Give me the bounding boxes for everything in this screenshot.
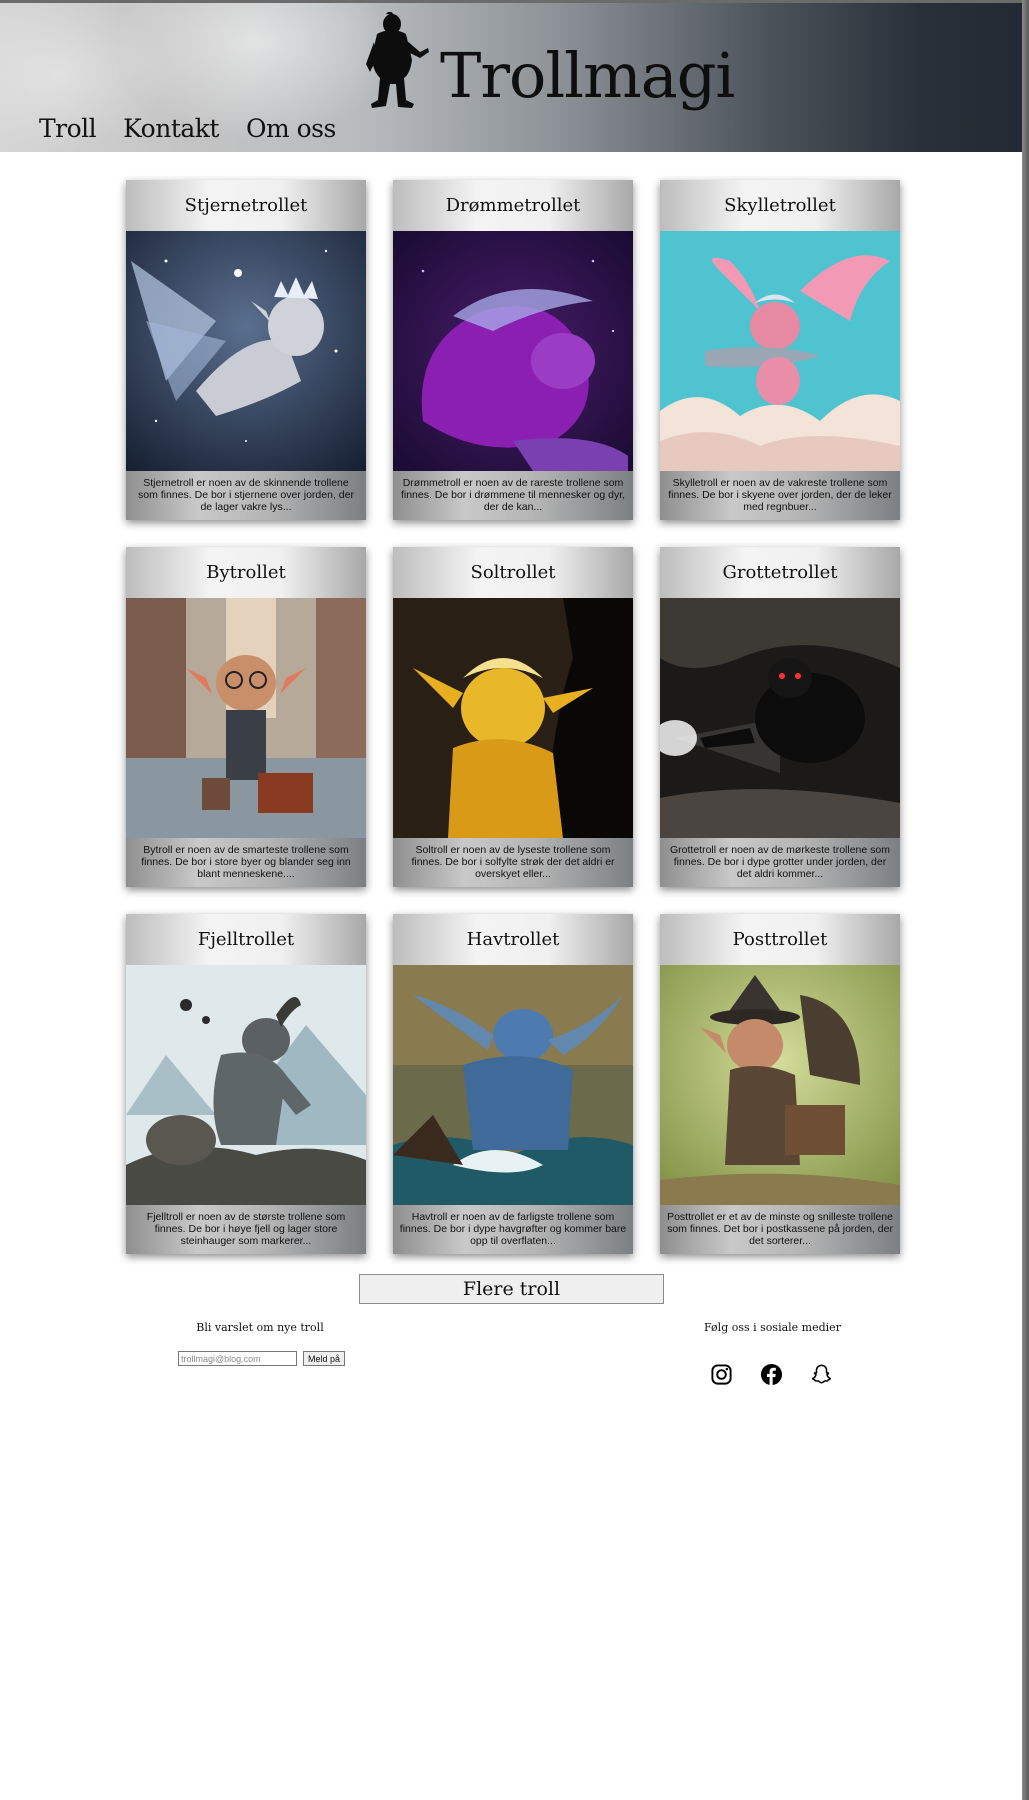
troll-image xyxy=(660,598,900,838)
card-title: Skylletrollet xyxy=(660,180,900,231)
troll-image xyxy=(126,231,366,471)
card-title: Bytrollet xyxy=(126,547,366,598)
card-description: Fjelltroll er noen av de største trollen… xyxy=(146,1211,346,1247)
newsletter-email-input[interactable] xyxy=(178,1351,297,1366)
card-description: Stjernetroll er noen av de skinnende tro… xyxy=(138,477,354,513)
card-title: Havtrollet xyxy=(393,914,633,965)
card-description: Havtroll er noen av de farligste trollen… xyxy=(399,1211,627,1247)
troll-card-havtrollet[interactable]: Havtrollet Havtroll er noen av de farlig… xyxy=(393,914,633,1254)
newsletter-heading: Bli varslet om nye troll xyxy=(196,1321,324,1334)
site-header: Troll Kontakt Om oss Trollmagi xyxy=(0,3,1022,152)
troll-image xyxy=(393,231,633,471)
troll-card-grottetrollet[interactable]: Grottetrollet Grottetroll er noen av de … xyxy=(660,547,900,887)
troll-card-skylletrollet[interactable]: Skylletrollet Skylletroll er noen av de … xyxy=(660,180,900,520)
nav-kontakt[interactable]: Kontakt xyxy=(123,114,219,143)
troll-silhouette-logo xyxy=(366,12,429,108)
troll-card-fjelltrollet[interactable]: Fjelltrollet Fjelltroll er noen av de st… xyxy=(126,914,366,1254)
troll-image xyxy=(660,965,900,1205)
troll-card-stjernetrollet[interactable]: Stjernetrollet Stjernetroll er noen av d… xyxy=(126,180,366,520)
card-description: Drømmetroll er noen av de rareste trolle… xyxy=(400,477,626,513)
newsletter-form: Meld på xyxy=(178,1351,346,1366)
card-description: Posttrollet er et av de minste og snille… xyxy=(667,1211,893,1247)
site-title[interactable]: Trollmagi xyxy=(440,45,735,107)
social-links xyxy=(710,1363,833,1386)
troll-card-posttrollet[interactable]: Posttrollet Posttrollet er et av de mins… xyxy=(660,914,900,1254)
card-title: Posttrollet xyxy=(660,914,900,965)
card-title: Soltrollet xyxy=(393,547,633,598)
troll-grid: Stjernetrollet Stjernetroll er noen av d… xyxy=(126,180,900,1254)
card-title: Drømmetrollet xyxy=(393,180,633,231)
card-title: Stjernetrollet xyxy=(126,180,366,231)
card-description: Soltroll er noen av de lyseste trollene … xyxy=(411,844,615,880)
card-description: Bytroll er noen av de smarteste trollene… xyxy=(141,844,351,880)
instagram-icon[interactable] xyxy=(710,1363,733,1386)
facebook-icon[interactable] xyxy=(760,1363,783,1386)
social-heading: Følg oss i sosiale medier xyxy=(704,1321,841,1334)
troll-image xyxy=(126,598,366,838)
troll-image xyxy=(393,965,633,1205)
card-description: Skylletroll er noen av de vakreste troll… xyxy=(668,477,892,513)
troll-image xyxy=(393,598,633,838)
main-nav: Troll Kontakt Om oss xyxy=(39,114,336,143)
troll-image xyxy=(126,965,366,1205)
nav-om-oss[interactable]: Om oss xyxy=(246,114,336,143)
more-trolls-button[interactable]: Flere troll xyxy=(359,1274,664,1304)
troll-image xyxy=(660,231,900,471)
newsletter-subscribe-button[interactable]: Meld på xyxy=(303,1351,346,1366)
window-scrollbar[interactable] xyxy=(1022,0,1029,1800)
card-title: Grottetrollet xyxy=(660,547,900,598)
troll-card-bytrollet[interactable]: Bytrollet Bytroll er noen av de smartest… xyxy=(126,547,366,887)
card-description: Grottetroll er noen av de mørkeste troll… xyxy=(669,844,890,880)
troll-card-soltrollet[interactable]: Soltrollet Soltroll er noen av de lysest… xyxy=(393,547,633,887)
snapchat-icon[interactable] xyxy=(810,1363,833,1386)
troll-card-drommetrollet[interactable]: Drømmetrollet Drømmetroll er noen av de … xyxy=(393,180,633,520)
card-title: Fjelltrollet xyxy=(126,914,366,965)
nav-troll[interactable]: Troll xyxy=(39,114,97,143)
